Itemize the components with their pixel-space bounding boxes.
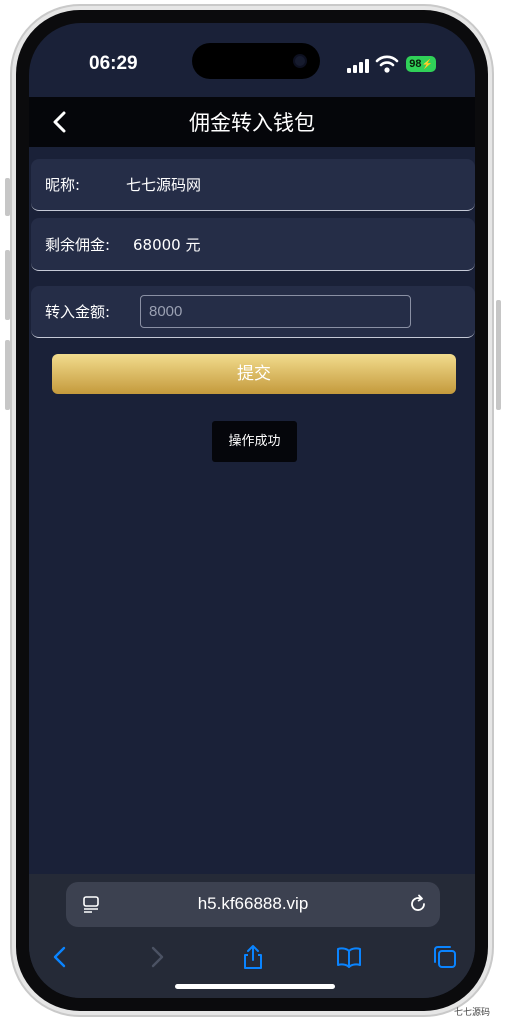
watermark-text: 七七源码 (453, 1008, 490, 1018)
home-indicator (175, 984, 335, 989)
bookmarks-icon[interactable] (336, 944, 362, 970)
amount-row: 转入金额: 8000 (31, 286, 475, 338)
screen: 06:29 98⚡ 佣金转入钱包 昵称: 七七源码网 剩余佣金: 68000 元… (29, 23, 475, 998)
camera-icon (293, 54, 307, 68)
phone-bezel: 06:29 98⚡ 佣金转入钱包 昵称: 七七源码网 剩余佣金: 68000 元… (16, 10, 488, 1011)
commission-row: 剩余佣金: 68000 元 (31, 218, 475, 271)
wifi-icon (375, 55, 399, 73)
back-nav-icon[interactable] (47, 944, 73, 970)
commission-label: 剩余佣金: (45, 236, 111, 254)
nickname-row: 昵称: 七七源码网 (31, 159, 475, 211)
battery-level: 98 (409, 58, 422, 70)
volume-down-button (5, 340, 10, 410)
nav-bar: 佣金转入钱包 (29, 97, 475, 147)
page-title: 佣金转入钱包 (189, 111, 315, 135)
amount-input[interactable]: 8000 (140, 295, 411, 328)
nickname-label: 昵称: (45, 176, 81, 194)
power-button (496, 300, 501, 410)
nickname-value: 七七源码网 (126, 176, 202, 194)
commission-value: 68000 元 (133, 236, 201, 254)
url-text: h5.kf66888.vip (197, 894, 309, 913)
address-bar[interactable]: h5.kf66888.vip (66, 882, 440, 927)
submit-button[interactable]: 提交 (52, 354, 456, 394)
status-time: 06:29 (89, 53, 138, 74)
success-toast: 操作成功 (212, 421, 297, 462)
status-bar: 06:29 98⚡ (29, 23, 475, 95)
dynamic-island (192, 43, 320, 79)
action-button (5, 178, 10, 216)
volume-up-button (5, 250, 10, 320)
reload-icon[interactable] (408, 894, 428, 914)
tabs-icon[interactable] (432, 944, 458, 970)
phone-frame: 06:29 98⚡ 佣金转入钱包 昵称: 七七源码网 剩余佣金: 68000 元… (10, 4, 494, 1017)
signal-icon (347, 59, 369, 73)
share-icon[interactable] (240, 944, 266, 970)
browser-toolbar: h5.kf66888.vip (29, 874, 475, 998)
amount-label: 转入金额: (45, 303, 111, 321)
watermark-logo: 七七源码 (454, 1005, 490, 1018)
battery-icon: 98⚡ (406, 56, 436, 72)
forward-nav-icon[interactable] (144, 944, 170, 970)
